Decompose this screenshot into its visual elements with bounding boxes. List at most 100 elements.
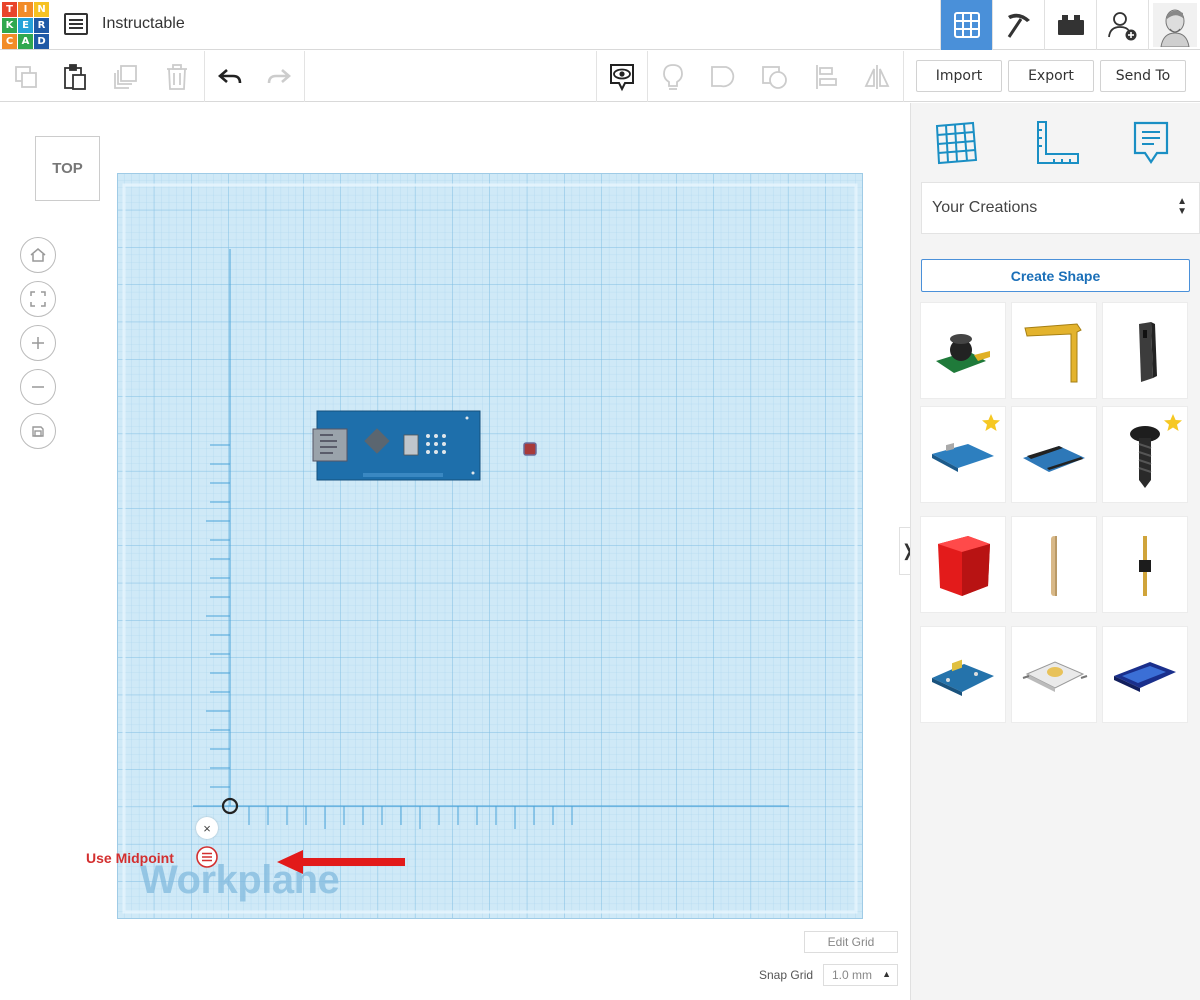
design-list-icon[interactable] bbox=[64, 13, 88, 35]
nav-invite-user[interactable] bbox=[1096, 0, 1148, 50]
arduino-nano-shape bbox=[932, 442, 994, 472]
duplicate-button[interactable] bbox=[101, 51, 151, 102]
buzzer-shape bbox=[936, 333, 990, 373]
redo-arrow-icon bbox=[267, 68, 291, 83]
close-ruler-button[interactable]: × bbox=[196, 817, 218, 839]
shape-tile-breakout-board[interactable] bbox=[1011, 406, 1097, 503]
notes-speech-icon bbox=[1133, 121, 1169, 164]
header-socket-shape bbox=[1139, 321, 1157, 382]
shape-tile-buzzer[interactable] bbox=[920, 302, 1006, 399]
use-midpoint-label: Use Midpoint bbox=[86, 850, 174, 866]
export-button[interactable]: Export bbox=[1008, 60, 1094, 92]
group-button[interactable] bbox=[699, 51, 749, 102]
logo-letter: T bbox=[2, 2, 17, 17]
show-all-notes-button[interactable] bbox=[597, 51, 647, 102]
sensor-board-shape bbox=[932, 659, 994, 696]
projection-toggle-button[interactable] bbox=[20, 413, 56, 449]
send-to-button[interactable]: Send To bbox=[1100, 60, 1186, 92]
ungroup-icon bbox=[762, 65, 787, 89]
shape-library-select[interactable]: Your Creations ▲ ▼ bbox=[921, 182, 1200, 234]
tab-ruler[interactable] bbox=[1028, 115, 1084, 171]
create-shape-button[interactable]: Create Shape bbox=[921, 259, 1190, 292]
use-midpoint-button[interactable] bbox=[195, 845, 219, 869]
zoom-out-button[interactable] bbox=[20, 369, 56, 405]
nav-user-avatar[interactable] bbox=[1148, 0, 1200, 50]
home-icon bbox=[30, 248, 46, 262]
snap-grid-label: Snap Grid bbox=[759, 968, 814, 982]
shape-library-value: Your Creations bbox=[932, 199, 1038, 216]
perspective-box-icon bbox=[32, 426, 44, 437]
ruler-icon bbox=[1037, 121, 1079, 164]
logo-letter: N bbox=[34, 2, 49, 17]
fit-view-button[interactable] bbox=[20, 281, 56, 317]
paste-clipboard-icon bbox=[64, 63, 86, 90]
home-view-button[interactable] bbox=[20, 237, 56, 273]
shape-tile-wooden-peg[interactable] bbox=[1011, 516, 1097, 613]
shape-tile-header-socket[interactable] bbox=[1102, 302, 1188, 399]
mirror-icon bbox=[864, 64, 890, 89]
nav-3d-design[interactable] bbox=[940, 0, 992, 50]
snap-grid-value: 1.0 mm bbox=[832, 968, 873, 982]
invite-user-icon bbox=[1107, 12, 1136, 41]
bricks-icon bbox=[1057, 15, 1084, 35]
logo-letter: K bbox=[2, 18, 17, 33]
fit-frame-icon bbox=[30, 291, 46, 307]
shape-tile-pin-header[interactable] bbox=[1102, 516, 1188, 613]
red-cube-shape bbox=[938, 535, 990, 596]
logo-letter: A bbox=[18, 34, 33, 49]
select-arrows-icon: ▲ ▼ bbox=[1177, 196, 1187, 217]
import-button[interactable]: Import bbox=[916, 60, 1002, 92]
mirror-button[interactable] bbox=[852, 51, 902, 102]
logo-letter: D bbox=[34, 34, 49, 49]
tinkercad-logo[interactable]: TIN KER CAD bbox=[2, 2, 49, 49]
arduino-nano-model[interactable] bbox=[312, 410, 481, 481]
shape-tile-red-cube[interactable] bbox=[920, 516, 1006, 613]
lcd-module-shape bbox=[1114, 661, 1176, 692]
shape-tile-arduino-nano[interactable] bbox=[920, 406, 1006, 503]
delete-button[interactable] bbox=[152, 51, 202, 102]
trash-icon bbox=[167, 63, 187, 90]
workplane-grid[interactable] bbox=[117, 173, 863, 919]
shape-tile-screw[interactable] bbox=[1102, 406, 1188, 503]
minus-icon bbox=[32, 386, 44, 388]
view-cube[interactable]: TOP bbox=[35, 136, 100, 201]
show-hide-button[interactable] bbox=[648, 51, 698, 102]
shapes-panel: Your Creations ▲ ▼ Create Shape bbox=[910, 103, 1200, 1000]
redo-button[interactable] bbox=[254, 51, 304, 102]
shape-tile-bent-pin[interactable] bbox=[1011, 302, 1097, 399]
zoom-in-button[interactable] bbox=[20, 325, 56, 361]
pickaxe-icon bbox=[1007, 13, 1030, 38]
align-button[interactable] bbox=[801, 51, 851, 102]
logo-letter: E bbox=[18, 18, 33, 33]
nav-bricks[interactable] bbox=[1044, 0, 1096, 50]
caret-up-icon: ▲ bbox=[882, 969, 891, 979]
favorite-star-icon bbox=[1164, 414, 1182, 431]
logo-letter: C bbox=[2, 34, 17, 49]
tactile-switch-shape bbox=[1022, 660, 1088, 692]
ungroup-button[interactable] bbox=[750, 51, 800, 102]
undo-button[interactable] bbox=[205, 51, 255, 102]
shape-tile-tactile-switch[interactable] bbox=[1011, 626, 1097, 723]
breakout-board-shape bbox=[1023, 445, 1085, 472]
project-title[interactable]: Instructable bbox=[102, 15, 185, 33]
shape-tile-lcd-module[interactable] bbox=[1102, 626, 1188, 723]
small-red-part-model[interactable] bbox=[523, 442, 537, 456]
plus-icon bbox=[32, 337, 44, 349]
shape-tile-sensor-board[interactable] bbox=[920, 626, 1006, 723]
logo-letter: R bbox=[34, 18, 49, 33]
edit-grid-button[interactable]: Edit Grid bbox=[804, 931, 898, 953]
tab-notes[interactable] bbox=[1123, 115, 1179, 171]
copy-button[interactable] bbox=[1, 51, 51, 102]
nav-codeblocks[interactable] bbox=[992, 0, 1044, 50]
bent-pin-shape bbox=[1024, 322, 1082, 382]
workplane-grid-icon bbox=[935, 121, 978, 165]
paste-button[interactable] bbox=[50, 51, 100, 102]
edit-toolbar: Import Export Send To bbox=[0, 51, 1200, 102]
snap-grid-select[interactable]: 1.0 mm ▲ bbox=[823, 964, 898, 986]
top-nav bbox=[940, 0, 1200, 50]
undo-arrow-icon bbox=[218, 68, 242, 83]
tab-workplane[interactable] bbox=[928, 115, 984, 171]
logo-letter: I bbox=[18, 2, 33, 17]
pin-header-shape bbox=[1139, 535, 1151, 596]
duplicate-icon bbox=[114, 64, 137, 89]
